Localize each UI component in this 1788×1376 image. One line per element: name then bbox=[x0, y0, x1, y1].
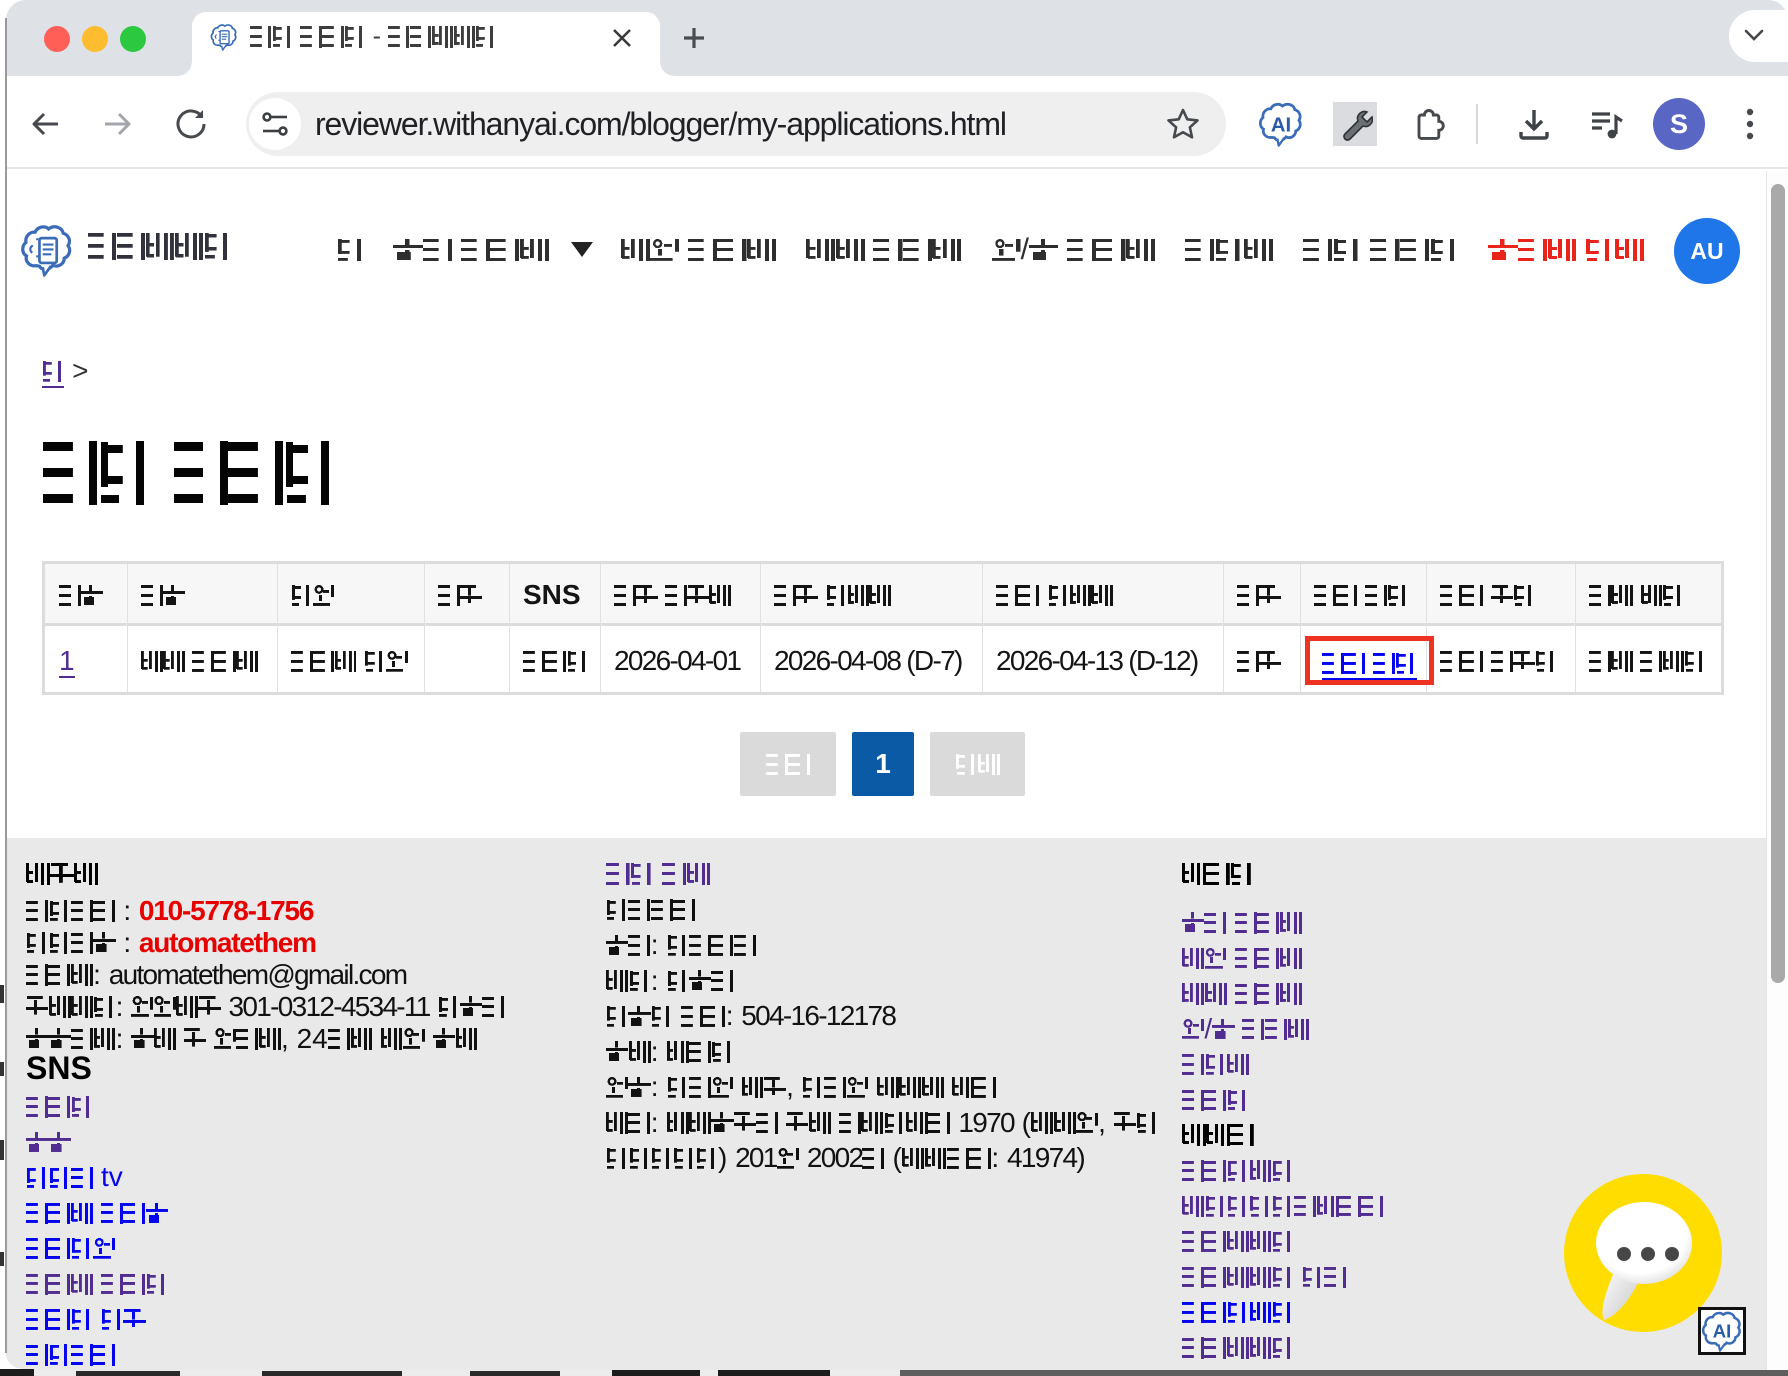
svg-text:AI: AI bbox=[1713, 1321, 1731, 1342]
svg-text:AI: AI bbox=[1271, 114, 1291, 136]
